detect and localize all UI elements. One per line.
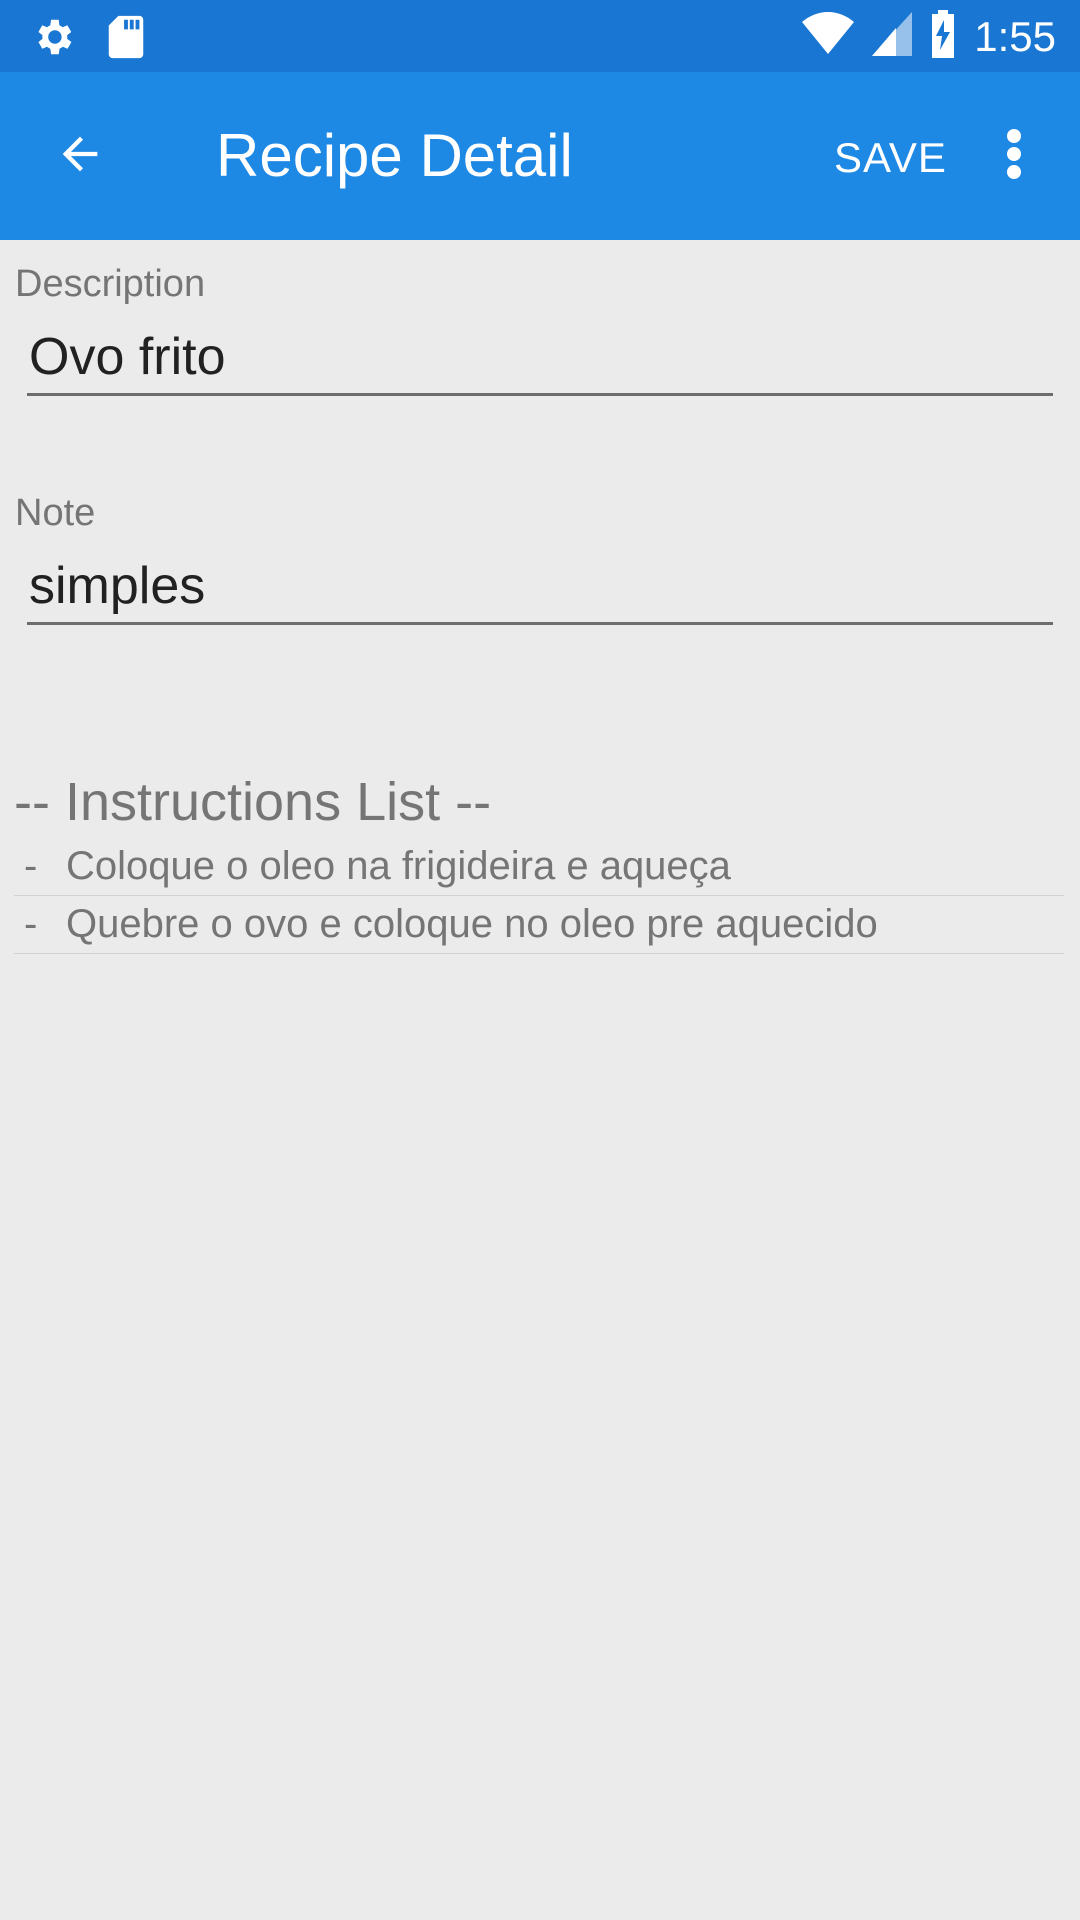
back-button[interactable]	[40, 116, 120, 196]
page-title: Recipe Detail	[216, 122, 573, 189]
list-item-text: Coloque o oleo na frigideira e aqueça	[66, 844, 731, 888]
description-label: Description	[15, 263, 206, 305]
sd-card-icon	[106, 14, 146, 65]
signal-icon	[872, 12, 913, 61]
list-item[interactable]: - Coloque o oleo na frigideira e aqueça	[14, 838, 1064, 896]
gear-icon	[30, 14, 76, 65]
more-vert-icon	[1006, 128, 1022, 185]
status-bar: 1:55	[0, 0, 1080, 72]
note-field[interactable]: simples	[27, 551, 1053, 625]
list-item-dash: -	[24, 902, 38, 946]
list-item-text: Quebre o ovo e coloque no oleo pre aquec…	[66, 902, 878, 946]
status-time: 1:55	[974, 12, 1056, 60]
app-bar: Recipe Detail SAVE	[0, 72, 1080, 240]
overflow-menu-button[interactable]	[990, 116, 1038, 196]
status-left-icons	[30, 14, 146, 65]
instructions-title: -- Instructions List --	[14, 772, 492, 832]
wifi-icon	[802, 12, 855, 61]
list-item-dash: -	[24, 844, 38, 888]
description-field[interactable]: Ovo frito	[27, 322, 1053, 396]
note-label: Note	[15, 492, 96, 534]
status-right-icons: 1:55	[802, 10, 1056, 63]
save-button[interactable]: SAVE	[820, 128, 961, 188]
arrow-back-icon	[54, 128, 106, 185]
battery-charging-icon	[930, 10, 956, 63]
instruction-list: - Coloque o oleo na frigideira e aqueça …	[14, 838, 1064, 954]
list-item[interactable]: - Quebre o ovo e coloque no oleo pre aqu…	[14, 896, 1064, 954]
